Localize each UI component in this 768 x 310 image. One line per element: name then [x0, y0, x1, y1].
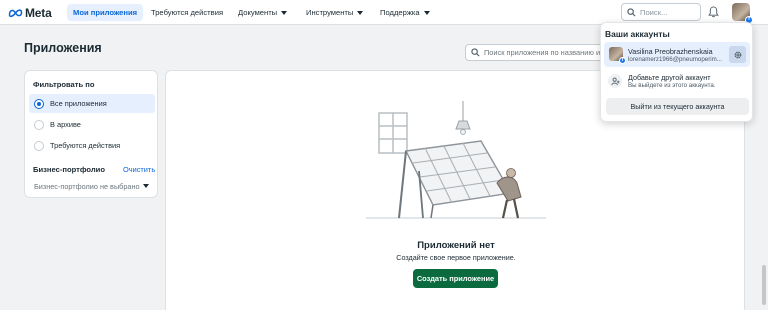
meta-logo[interactable]: Meta — [8, 6, 52, 20]
add-account-subtitle: Вы выйдете из этого аккаунта. — [628, 82, 716, 89]
accounts-dropdown-title: Ваши аккаунты — [605, 29, 670, 39]
scrollbar-thumb[interactable] — [762, 265, 766, 305]
chevron-down-icon — [423, 10, 430, 15]
chevron-down-icon — [357, 10, 364, 15]
filter-panel: Фильтровать по Все приложения В архиве Т… — [24, 70, 158, 198]
filter-option-label: Все приложения — [50, 99, 107, 108]
add-account-label: Добавьте другой аккаунт — [628, 73, 711, 82]
clear-filter-link[interactable]: Очистить — [123, 165, 155, 174]
app-search-placeholder: Поиск приложения по названию или — [484, 48, 609, 57]
chevron-down-icon — [143, 184, 149, 188]
bell-icon — [707, 6, 719, 18]
radio-selected-icon — [34, 98, 44, 109]
logo-text: Meta — [25, 6, 52, 20]
account-email: lorenamerz1966@pneumoperim... — [628, 56, 722, 63]
filter-option-action-required[interactable]: Требуются действия — [29, 136, 155, 155]
current-account-item[interactable]: f Vasilina Preobrazhenskaia lorenamerz19… — [604, 42, 750, 67]
add-account-item[interactable]: Добавьте другой аккаунт Вы выйдете из эт… — [604, 70, 750, 92]
create-app-button[interactable]: Создать приложение — [413, 269, 498, 288]
nav-action-required[interactable]: Требуются действия — [145, 4, 229, 21]
account-avatar-button[interactable]: f — [732, 3, 753, 24]
empty-state-title: Приложений нет — [417, 240, 495, 251]
page-scrollbar[interactable] — [761, 25, 768, 310]
page-title: Приложения — [24, 41, 102, 55]
radio-icon — [34, 140, 44, 151]
chevron-down-icon — [281, 10, 288, 15]
accounts-dropdown: Ваши аккаунты f Vasilina Preobrazhenskai… — [600, 22, 753, 122]
facebook-badge-icon: f — [619, 57, 626, 64]
logout-button[interactable]: Выйти из текущего аккаунта — [606, 98, 749, 115]
notifications-button[interactable] — [706, 5, 720, 19]
filter-option-label: В архиве — [50, 120, 81, 129]
account-name: Vasilina Preobrazhenskaia — [628, 47, 713, 56]
nav-docs[interactable]: Документы — [232, 4, 293, 21]
nav-docs-label: Документы — [238, 8, 278, 17]
nav-tools[interactable]: Инструменты — [300, 4, 369, 21]
nav-support[interactable]: Поддержка — [374, 4, 436, 21]
nav-my-apps-label: Мои приложения — [73, 8, 138, 17]
filter-title: Фильтровать по — [33, 80, 95, 89]
business-portfolio-value: Бизнес-портфолио не выбрано — [34, 181, 140, 191]
add-user-icon — [608, 74, 622, 88]
search-icon — [627, 7, 636, 16]
greenhouse-illustration-icon — [366, 101, 546, 219]
nav-action-required-label: Требуются действия — [151, 8, 224, 17]
search-icon — [471, 48, 480, 57]
global-search-input[interactable]: Поиск... — [621, 3, 701, 21]
business-portfolio-label: Бизнес-портфолио — [33, 165, 105, 174]
meta-infinity-icon — [8, 9, 23, 18]
radio-icon — [34, 119, 44, 130]
business-portfolio-select[interactable]: Бизнес-портфолио не выбрано — [29, 177, 155, 195]
filter-option-archived[interactable]: В архиве — [29, 115, 155, 134]
account-settings-button[interactable] — [729, 46, 746, 63]
filter-option-all-apps[interactable]: Все приложения — [29, 94, 155, 113]
gear-icon — [734, 51, 741, 58]
nav-support-label: Поддержка — [380, 8, 420, 17]
empty-state-subtitle: Создайте свое первое приложение. — [396, 253, 516, 262]
avatar: f — [609, 47, 626, 64]
nav-my-apps[interactable]: Мои приложения — [67, 4, 144, 21]
filter-option-label: Требуются действия — [50, 141, 121, 150]
nav-tools-label: Инструменты — [306, 8, 354, 17]
global-search-placeholder: Поиск... — [640, 7, 668, 17]
